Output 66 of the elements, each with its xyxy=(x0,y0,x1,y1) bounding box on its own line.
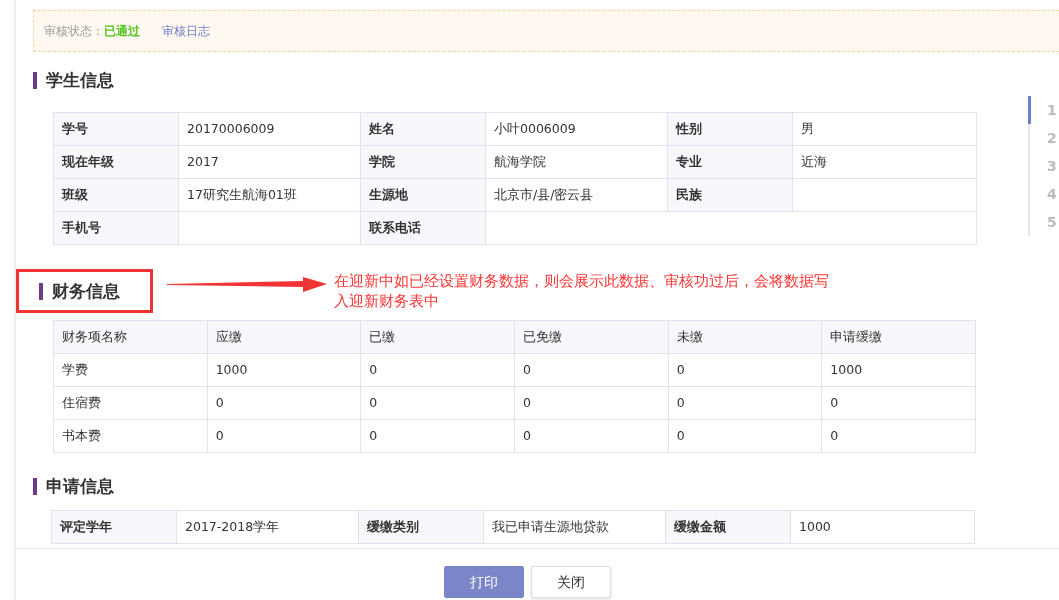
field-label: 班级 xyxy=(53,178,179,212)
column-header: 已缴 xyxy=(360,320,515,354)
field-label: 缓缴类别 xyxy=(358,510,484,544)
field-label: 学号 xyxy=(53,112,179,146)
column-header: 已免缴 xyxy=(514,320,669,354)
table-cell: 0 xyxy=(668,419,822,453)
table-cell: 0 xyxy=(514,353,669,387)
field-value: 2017 xyxy=(178,145,361,179)
table-cell: 0 xyxy=(514,386,669,420)
print-button[interactable]: 打印 xyxy=(444,566,524,598)
field-label: 姓名 xyxy=(360,112,486,146)
field-label: 现在年级 xyxy=(53,145,179,179)
audit-log-link[interactable]: 审核日志 xyxy=(162,22,210,40)
field-value: 20170006009 xyxy=(178,112,361,146)
section-title: 财务信息 xyxy=(52,280,120,303)
field-label: 专业 xyxy=(667,145,793,179)
section-marker xyxy=(33,477,37,495)
field-label: 缓缴金额 xyxy=(665,510,791,544)
table-cell: 0 xyxy=(360,419,515,453)
field-value: 2017-2018学年 xyxy=(176,510,359,544)
step-link[interactable]: 1 xyxy=(1028,96,1057,124)
step-link[interactable]: 2 xyxy=(1028,124,1057,152)
step-link[interactable]: 5 xyxy=(1028,208,1057,236)
table-cell: 书本费 xyxy=(53,419,208,453)
field-label: 生源地 xyxy=(360,178,486,212)
section-marker xyxy=(39,282,43,300)
section-title: 学生信息 xyxy=(46,69,114,92)
table-cell: 0 xyxy=(360,386,515,420)
table-cell: 0 xyxy=(207,419,361,453)
table-cell: 0 xyxy=(821,419,976,453)
table-cell: 0 xyxy=(514,419,669,453)
table-cell: 住宿费 xyxy=(53,386,208,420)
table-cell: 0 xyxy=(821,386,976,420)
close-button[interactable]: 关闭 xyxy=(531,566,611,598)
field-label: 联系电话 xyxy=(360,211,486,245)
field-value: 17研究生航海01班 xyxy=(178,178,361,212)
step-link[interactable]: 4 xyxy=(1028,180,1057,208)
table-cell: 0 xyxy=(360,353,515,387)
field-value: 我已申请生源地贷款 xyxy=(483,510,666,544)
table-cell: 1000 xyxy=(821,353,976,387)
field-value: 北京市/县/密云县 xyxy=(485,178,668,212)
column-header: 未缴 xyxy=(668,320,822,354)
section-marker xyxy=(33,71,37,89)
table-cell: 学费 xyxy=(53,353,208,387)
table-cell: 0 xyxy=(668,386,822,420)
column-header: 财务项名称 xyxy=(53,320,208,354)
field-label: 学院 xyxy=(360,145,486,179)
field-value: 小叶0006009 xyxy=(485,112,668,146)
column-header: 申请缓缴 xyxy=(821,320,976,354)
step-link[interactable]: 3 xyxy=(1028,152,1057,180)
field-value: 近海 xyxy=(792,145,977,179)
field-label: 性别 xyxy=(667,112,793,146)
table-cell: 0 xyxy=(207,386,361,420)
status-value: 已通过 xyxy=(104,23,140,40)
field-value: 1000 xyxy=(790,510,975,544)
table-cell: 0 xyxy=(668,353,822,387)
column-header: 应缴 xyxy=(207,320,361,354)
annotation-note: 在迎新中如已经设置财务数据，则会展示此数据、审核功过后，会将数据写入迎新财务表中 xyxy=(334,272,830,311)
field-label: 评定学年 xyxy=(51,510,177,544)
table-cell: 1000 xyxy=(207,353,361,387)
field-label: 手机号 xyxy=(53,211,179,245)
section-title: 申请信息 xyxy=(46,475,114,498)
field-value: 航海学院 xyxy=(485,145,668,179)
field-label: 民族 xyxy=(667,178,793,212)
status-label: 审核状态： xyxy=(44,23,104,40)
field-value: 男 xyxy=(792,112,977,146)
